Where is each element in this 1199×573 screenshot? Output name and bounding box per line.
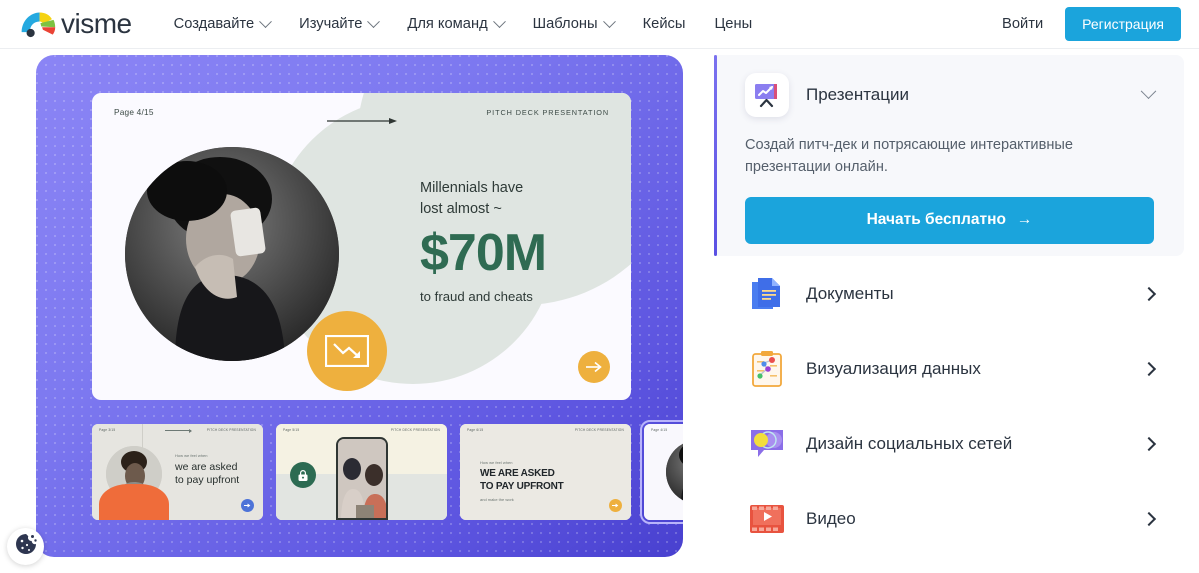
arrow-right-icon bbox=[164, 428, 192, 433]
visme-logo-text: visme bbox=[61, 8, 132, 39]
thumbnail-head-line-1: WE ARE ASKED bbox=[480, 468, 555, 479]
thumbnail-slide-1[interactable]: Page 3/15 PITCH DECK PRESENTATION How we… bbox=[92, 424, 263, 520]
thumbnail-page-label: Page 5/15 bbox=[283, 428, 300, 432]
thumbnail-deck-label: PITCH DECK PRESENTATION bbox=[574, 428, 624, 432]
sidebar-item-social-design[interactable]: Дизайн социальных сетей bbox=[714, 406, 1184, 481]
thumbnail-slide-2[interactable]: Page 5/15 PITCH DECK PRESENTATION bbox=[276, 424, 447, 520]
thumbnail-head-line-1: we are asked bbox=[175, 461, 238, 473]
chevron-down-icon[interactable] bbox=[1140, 82, 1157, 99]
slide-copy-line-2: lost almost ~ bbox=[420, 201, 502, 218]
visme-logo[interactable]: visme bbox=[20, 8, 132, 40]
nav-item-teams[interactable]: Для команд bbox=[407, 14, 506, 32]
thumbnail-next-button[interactable] bbox=[241, 499, 254, 512]
thumbnail-slide-3[interactable]: Page 6/15 PITCH DECK PRESENTATION How we… bbox=[460, 424, 631, 520]
nav-item-templates-label: Шаблоны bbox=[532, 16, 598, 32]
nav-item-create-label: Создавайте bbox=[173, 16, 255, 32]
slide-copy-block: Millennials have lost almost ~ $70M to f… bbox=[420, 178, 547, 304]
document-icon bbox=[745, 272, 789, 316]
chevron-down-icon bbox=[367, 14, 381, 28]
thumbnail-header: Page 6/15 PITCH DECK PRESENTATION bbox=[460, 424, 631, 436]
slide-header: Page 4/15 PITCH DECK PRESENTATION bbox=[92, 93, 631, 131]
visme-fan-logo-icon bbox=[20, 9, 56, 39]
slide-thumbnail-strip: Page 3/15 PITCH DECK PRESENTATION How we… bbox=[92, 420, 683, 524]
thumbnail-head-line-2: to pay upfront bbox=[175, 474, 240, 487]
login-link[interactable]: Войти bbox=[1002, 16, 1043, 32]
chevron-down-icon bbox=[259, 14, 273, 28]
nav-item-learn[interactable]: Изучайте bbox=[299, 14, 381, 32]
nav-item-templates[interactable]: Шаблоны bbox=[532, 14, 616, 32]
signup-button[interactable]: Регистрация bbox=[1065, 7, 1181, 41]
thumbnail-small-line: How we feel when bbox=[175, 453, 208, 458]
thumbnail-header: Page 5/15 PITCH DECK PRESENTATION bbox=[276, 424, 447, 436]
nav-item-learn-label: Изучайте bbox=[299, 16, 363, 32]
nav-item-cases[interactable]: Кейсы bbox=[643, 16, 686, 32]
start-free-button[interactable]: Начать бесплатно → bbox=[745, 196, 1154, 244]
arrow-right-icon: → bbox=[1016, 211, 1033, 229]
lock-icon bbox=[290, 462, 316, 488]
chevron-right-icon bbox=[1141, 361, 1157, 376]
nav-actions: Войти Регистрация bbox=[1002, 7, 1181, 41]
thumbnail-deck-label: PITCH DECK PRESENTATION bbox=[206, 428, 256, 432]
thumbnail-deck-label: PITCH DECK PRESENTATION bbox=[390, 428, 440, 432]
sidebar-item-documents-label: Документы bbox=[806, 283, 894, 303]
thumbnail-head-line-2: TO PAY UPFRONT bbox=[480, 480, 564, 492]
thumbnail-foot-line: and make the work bbox=[480, 497, 514, 502]
slide-next-button[interactable] bbox=[578, 351, 610, 383]
sidebar-panel-presentations[interactable]: Презентации Создай питч-дек и потрясающи… bbox=[714, 55, 1184, 256]
panel-description: Создай питч-дек и потрясающие интерактив… bbox=[745, 137, 1073, 175]
thumbnail-page-label: Page 3/15 bbox=[99, 428, 116, 432]
chevron-down-icon bbox=[492, 14, 506, 28]
sidebar-item-documents[interactable]: Документы bbox=[714, 256, 1184, 331]
thumbnail-next-button[interactable] bbox=[609, 499, 622, 512]
slide-copy-line-1: Millennials have bbox=[420, 180, 524, 196]
panel-accent-bar bbox=[714, 55, 717, 256]
slide-portrait-photo bbox=[125, 147, 339, 361]
chart-decline-icon bbox=[307, 311, 387, 391]
product-category-sidebar: Презентации Создай питч-дек и потрясающи… bbox=[714, 55, 1184, 565]
video-film-icon bbox=[745, 497, 789, 541]
cookie-settings-button[interactable] bbox=[7, 528, 44, 565]
sidebar-item-video-label: Видео bbox=[806, 508, 856, 528]
chevron-right-icon bbox=[1141, 436, 1157, 451]
nav-item-pricing-label: Цены bbox=[714, 16, 753, 32]
chevron-right-icon bbox=[1141, 511, 1157, 526]
chevron-right-icon bbox=[1141, 286, 1157, 301]
thumbnail-orange-shape bbox=[99, 484, 169, 520]
panel-title: Презентации bbox=[806, 85, 909, 104]
presentation-showcase-panel: Page 4/15 PITCH DECK PRESENTATION Millen… bbox=[36, 55, 683, 557]
nav-item-cases-label: Кейсы bbox=[642, 16, 686, 32]
sidebar-item-social-design-label: Дизайн социальных сетей bbox=[806, 433, 1013, 453]
panel-header: Презентации bbox=[745, 73, 1157, 117]
slide-deck-label: PITCH DECK PRESENTATION bbox=[486, 107, 609, 117]
slide-foot-line: to fraud and cheats bbox=[420, 288, 533, 304]
thumbnail-copy: How we feel when we are asked to pay upf… bbox=[175, 453, 239, 487]
nav-item-create[interactable]: Создавайте bbox=[173, 14, 273, 32]
chevron-down-icon bbox=[602, 14, 616, 28]
thumbnail-slide-4[interactable]: Page 4/15 PITCH DECK PRESENTATION bbox=[640, 420, 683, 524]
slide-page-label: Page 4/15 bbox=[114, 107, 154, 117]
thumbnail-header: Page 3/15 PITCH DECK PRESENTATION bbox=[92, 424, 263, 436]
sidebar-item-data-visualization[interactable]: Визуализация данных bbox=[714, 331, 1184, 406]
thumbnail-phone-mockup bbox=[336, 437, 388, 520]
arrow-right-icon bbox=[326, 112, 397, 130]
main-slide-preview[interactable]: Page 4/15 PITCH DECK PRESENTATION Millen… bbox=[92, 93, 631, 400]
thumbnail-copy: How we feel when WE ARE ASKED TO PAY UPF… bbox=[480, 460, 564, 505]
cookie-icon bbox=[14, 532, 38, 561]
thumbnail-page-label: Page 6/15 bbox=[467, 428, 484, 432]
thumbnail-small-line: How we feel when bbox=[480, 460, 513, 465]
top-navigation-bar: visme Создавайте Изучайте Для команд Шаб… bbox=[0, 0, 1199, 49]
start-free-label: Начать бесплатно bbox=[866, 211, 1006, 229]
nav-item-teams-label: Для команд bbox=[407, 16, 488, 32]
sidebar-item-video[interactable]: Видео bbox=[714, 481, 1184, 556]
sidebar-item-data-visualization-label: Визуализация данных bbox=[806, 358, 981, 378]
nav-links: Создавайте Изучайте Для команд Шаблоны К… bbox=[173, 14, 752, 32]
nav-item-pricing[interactable]: Цены bbox=[714, 16, 752, 32]
thumbnail-page-label: Page 4/15 bbox=[651, 428, 668, 432]
social-bubble-icon bbox=[745, 422, 789, 466]
presentation-chart-icon bbox=[745, 73, 789, 117]
thumbnail-header: Page 4/15 PITCH DECK PRESENTATION bbox=[644, 424, 683, 436]
data-chart-clipboard-icon bbox=[745, 347, 789, 391]
slide-big-number: $70M bbox=[420, 224, 547, 283]
